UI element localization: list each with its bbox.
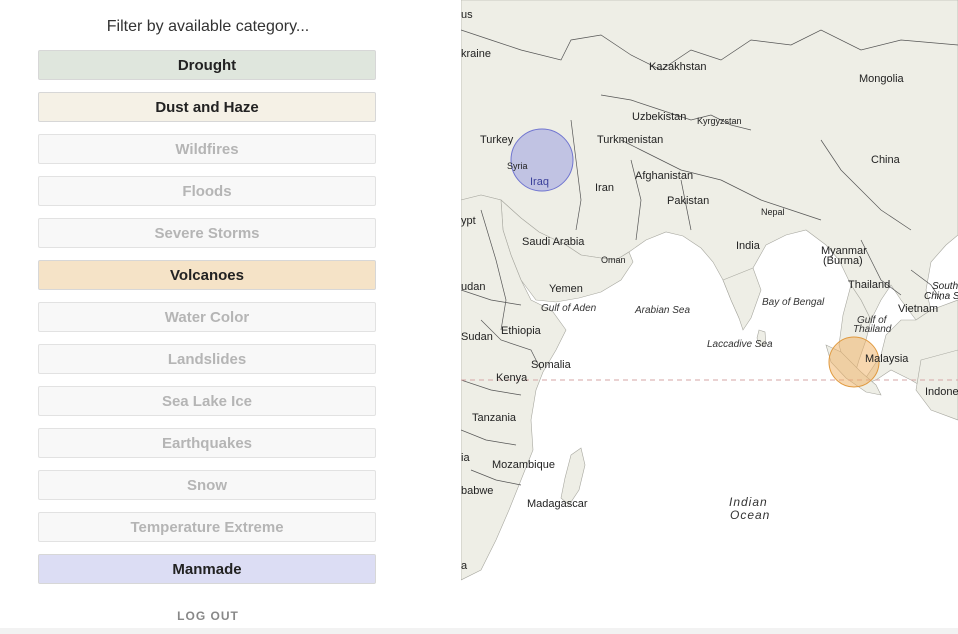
category-wildfires-button[interactable]: Wildfires [38, 134, 376, 164]
map-label: Kazakhstan [649, 61, 706, 73]
map-label: ypt [461, 215, 476, 227]
map-label: babwe [461, 485, 493, 497]
category-dust-and-haze-button[interactable]: Dust and Haze [38, 92, 376, 122]
map-label: Uzbekistan [632, 111, 686, 123]
filter-panel: Filter by available category... Drought D… [0, 0, 416, 634]
map-label: Sudan [461, 331, 493, 343]
category-water-color-button[interactable]: Water Color [38, 302, 376, 332]
map-label: Afghanistan [635, 170, 693, 182]
map-label: Mongolia [859, 73, 905, 85]
map-label: China S [924, 291, 958, 302]
category-snow-button[interactable]: Snow [38, 470, 376, 500]
map-label: Oman [601, 255, 626, 265]
category-volcanoes-button[interactable]: Volcanoes [38, 260, 376, 290]
map-label: udan [461, 281, 485, 293]
map-label: Ethiopia [501, 325, 542, 337]
map-label: Tanzania [472, 412, 517, 424]
map-label: ia [461, 452, 470, 464]
map-label: Syria [507, 161, 528, 171]
map-label: Turkey [480, 134, 514, 146]
map-label: Indone [925, 386, 958, 398]
map-label: Turkmenistan [597, 134, 663, 146]
sea-label: Laccadive Sea [707, 339, 773, 350]
map-label: Saudi Arabia [522, 236, 585, 248]
logout-link[interactable]: LOG OUT [0, 609, 416, 623]
filter-title: Filter by available category... [106, 18, 310, 35]
map-label: Thailand [853, 324, 892, 335]
category-landslides-button[interactable]: Landslides [38, 344, 376, 374]
map-label: India [736, 240, 761, 252]
category-severe-storms-button[interactable]: Severe Storms [38, 218, 376, 248]
map-label: Nepal [761, 207, 785, 217]
category-temperature-extreme-button[interactable]: Temperature Extreme [38, 512, 376, 542]
map-canvas[interactable]: us kraine Kazakhstan Mongolia Uzbekistan… [461, 0, 958, 590]
map-label: Kenya [496, 372, 528, 384]
category-drought-button[interactable]: Drought [38, 50, 376, 80]
map-label: Kyrgyzstan [697, 116, 742, 126]
map-label: Malaysia [865, 353, 909, 365]
map-label: Somalia [531, 359, 572, 371]
map-label: Iraq [530, 176, 549, 188]
category-earthquakes-button[interactable]: Earthquakes [38, 428, 376, 458]
map-label: Thailand [848, 279, 890, 291]
map-label: Pakistan [667, 195, 709, 207]
bottom-scroll-strip [0, 628, 958, 634]
map-label: Vietnam [898, 303, 938, 315]
map-label: us [461, 9, 473, 21]
map-label: Yemen [549, 283, 583, 295]
sea-label: Bay of Bengal [762, 297, 825, 308]
category-manmade-button[interactable]: Manmade [38, 554, 376, 584]
sea-label: Gulf of Aden [541, 303, 597, 314]
map-label: Madagascar [527, 498, 588, 510]
category-sea-lake-ice-button[interactable]: Sea Lake Ice [38, 386, 376, 416]
map-label: Mozambique [492, 459, 555, 471]
map-label: Iran [595, 182, 614, 194]
map-label: (Burma) [823, 255, 863, 267]
map-label: a [461, 560, 468, 572]
sea-label: Arabian Sea [634, 305, 690, 316]
sea-label: Indian [729, 495, 768, 509]
category-floods-button[interactable]: Floods [38, 176, 376, 206]
event-map[interactable]: us kraine Kazakhstan Mongolia Uzbekistan… [461, 0, 958, 590]
map-label: kraine [461, 48, 491, 60]
map-label: China [871, 154, 901, 166]
sea-label: Ocean [730, 508, 770, 522]
